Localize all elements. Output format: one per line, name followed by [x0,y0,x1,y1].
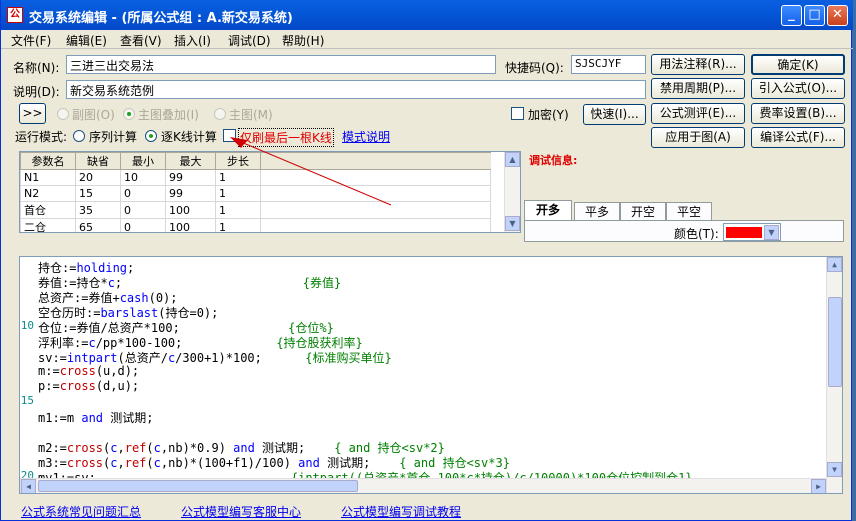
code-token: 空仓历时:= [38,306,101,320]
tutorial-link[interactable]: 公式模型编写调试教程 [341,503,461,520]
formula-editor-window: 公 交易系统编辑 - (所属公式组 : A.新交易系统) _ □ ✕ 文件(F)… [0,0,853,521]
code-token: ,nb)*0.9) [160,441,234,455]
code-token: , [117,441,125,455]
scroll-left-icon[interactable]: ◀ [21,479,36,493]
code-token: { and 持仓<sv*2} [334,441,445,455]
code-token: cross [59,379,96,393]
code-token: (持仓=0); [158,306,219,320]
code-token: cross [66,456,104,470]
code-token: {仓位%} [288,321,334,335]
code-token: ( [146,441,154,455]
code-token: intpart [66,351,118,365]
code-token: {持仓股获利率} [276,336,363,350]
editor-hscroll[interactable]: ◀ ▶ [20,478,826,493]
code-token: m2:= [38,441,67,455]
scroll-down-icon[interactable]: ▼ [827,462,842,477]
code-token: and [298,456,320,470]
code-token: m:= [38,364,60,378]
code-token: (d,u); [95,379,140,393]
code-token: c [110,456,118,470]
code-token: ; [127,261,135,275]
support-link[interactable]: 公式模型编写客服中心 [181,503,301,520]
code-token: { and 持仓<sv*3} [399,456,510,470]
scroll-up-icon[interactable]: ▲ [827,257,842,272]
code-token: 测试期; [103,411,154,425]
code-token: , [117,456,125,470]
scroll-right-icon[interactable]: ▶ [811,479,826,493]
code-token: (总资产/ [117,351,168,365]
code-token: 浮利率:= [38,336,89,350]
code-token: 券值:=持仓* [38,276,108,290]
code-token: c [88,336,96,350]
code-token: cash [119,291,149,305]
line-number: 15 [20,394,34,407]
code-token: /pp*100-100; [95,336,277,350]
code-token: {券值} [302,276,342,290]
code-token: and [81,411,104,425]
code-token: 仓位:=券值/总资产*100; [38,321,289,335]
code-token: 总资产:=券值+ [38,291,120,305]
line-number: 10 [20,319,34,332]
code-line: m:=cross(u,d); [38,364,139,378]
code-token: p:= [38,379,60,393]
scroll-thumb[interactable] [828,297,842,387]
code-line: m1:=m and 测试期; [38,409,154,426]
code-token: ref [124,441,147,455]
code-token: ,nb)*(100+f1)/100) [160,456,299,470]
code-token: /300+1)*100; [175,351,306,365]
faq-link[interactable]: 公式系统常见问题汇总 [21,503,141,520]
code-token: m3:= [38,456,67,470]
code-token: (u,d); [95,364,140,378]
code-token: cross [66,441,104,455]
code-token: barslast [100,306,159,320]
code-token: m1:=m [38,411,82,425]
code-token: and [233,441,255,455]
code-token: sv:= [38,351,67,365]
code-token: 测试期; [319,456,400,470]
code-token: cross [59,364,96,378]
code-token: 持仓:= [38,261,77,275]
editor-vscroll[interactable]: ▲ ▼ [826,257,842,493]
code-token: ref [124,456,147,470]
code-token: (0); [148,291,178,305]
code-token: c [153,441,161,455]
code-token: ( [146,456,154,470]
code-token: c [153,456,161,470]
code-token: holding [76,261,128,275]
code-line: p:=cross(d,u); [38,379,139,393]
code-token: ; [114,276,303,290]
code-token: {标准购买单位} [305,351,392,365]
code-token: c [110,441,118,455]
code-token: c [107,276,115,290]
scroll-thumb[interactable] [38,480,358,492]
code-token: 测试期; [254,441,335,455]
code-editor[interactable]: 持仓:=holding; 券值:=持仓*c; {券值} 总资产:=券值+cash(0… [19,256,843,494]
